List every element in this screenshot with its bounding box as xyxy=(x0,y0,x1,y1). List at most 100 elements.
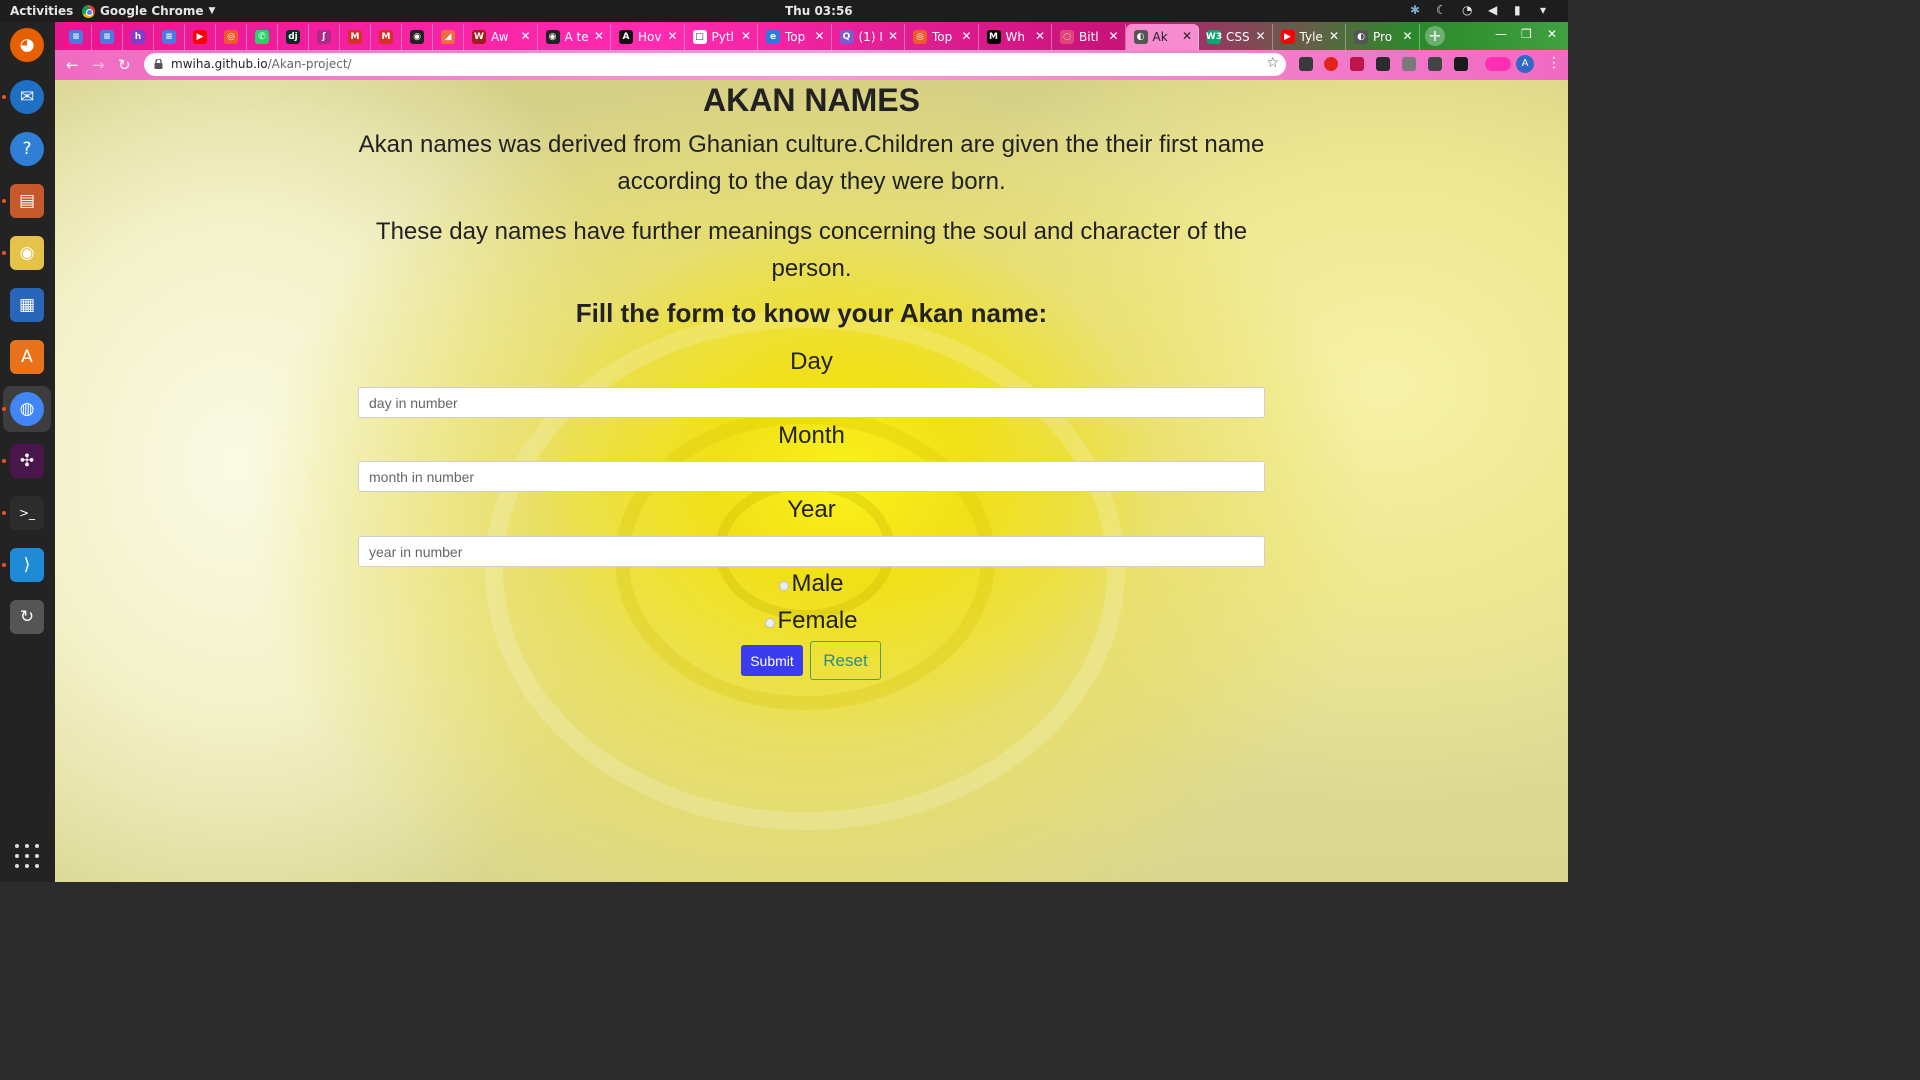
browser-tab[interactable]: ≡ xyxy=(92,24,123,50)
extension-theme-icon[interactable] xyxy=(1485,57,1511,71)
tab-title: Top xyxy=(932,30,953,44)
tab-close-icon[interactable]: ✕ xyxy=(1255,29,1265,43)
browser-tab[interactable]: ≡ xyxy=(154,24,185,50)
tab-favicon-icon: dj xyxy=(286,30,300,44)
restore-icon[interactable]: ❐ xyxy=(1521,27,1532,41)
tab-favicon-icon: ▶ xyxy=(1280,30,1295,44)
dock-software-icon[interactable]: A xyxy=(8,338,46,376)
tab-close-icon[interactable]: ✕ xyxy=(1182,29,1192,43)
app-menu[interactable]: Google Chrome ▼ xyxy=(82,4,215,18)
tab-close-icon[interactable]: ✕ xyxy=(888,29,898,43)
dock-help-icon[interactable]: ? xyxy=(8,130,46,168)
browser-tab[interactable]: ◎ xyxy=(216,24,247,50)
tab-close-icon[interactable]: ✕ xyxy=(520,29,530,43)
lock-icon xyxy=(154,59,163,69)
tab-close-icon[interactable]: ✕ xyxy=(961,29,971,43)
dock-vscode-icon[interactable]: ⟩ xyxy=(8,546,46,584)
gender-male-option[interactable]: Male xyxy=(55,570,1568,598)
address-bar[interactable]: mwiha.github.io/Akan-project/ ☆ xyxy=(144,53,1286,76)
gender-female-option[interactable]: Female xyxy=(55,607,1568,635)
tab-close-icon[interactable]: ✕ xyxy=(1329,29,1339,43)
dock-updater-icon[interactable]: ↻ xyxy=(8,598,46,636)
page-title: AKAN NAMES xyxy=(703,82,920,118)
browser-tab[interactable]: ◉ xyxy=(402,24,433,50)
submit-button[interactable]: Submit xyxy=(741,645,803,676)
bookmark-star-icon[interactable]: ☆ xyxy=(1266,55,1279,71)
browser-tab[interactable]: W Aw ✕ xyxy=(464,24,538,50)
browser-tab[interactable]: ◌ Bitl ✕ xyxy=(1052,24,1126,50)
year-input[interactable] xyxy=(358,536,1265,567)
extension-cube-icon[interactable] xyxy=(1428,57,1442,71)
profile-avatar[interactable]: A xyxy=(1516,55,1534,73)
running-indicator xyxy=(2,95,6,99)
tab-favicon-icon: ◉ xyxy=(410,30,424,44)
menu-kebab-icon[interactable]: ⋮ xyxy=(1547,55,1561,71)
reset-button[interactable]: Reset xyxy=(810,641,881,680)
month-input[interactable] xyxy=(358,461,1265,492)
dock-chrome-icon[interactable]: ◍ xyxy=(3,386,51,432)
browser-tab[interactable]: Q (1) I ✕ xyxy=(832,24,905,50)
activities-button[interactable]: Activities xyxy=(10,4,73,18)
new-tab-button[interactable]: + xyxy=(1425,26,1445,46)
back-icon[interactable]: ← xyxy=(66,56,79,74)
browser-tab[interactable]: ◎ Top ✕ xyxy=(905,24,979,50)
browser-tab[interactable]: W3 CSS ✕ xyxy=(1199,24,1273,50)
browser-tab[interactable]: ◐ Pro ✕ xyxy=(1346,24,1420,50)
power-menu-icon[interactable]: ▾ xyxy=(1540,3,1554,17)
battery-icon[interactable]: ▮ xyxy=(1514,3,1528,17)
close-window-icon[interactable]: ✕ xyxy=(1547,27,1557,41)
reload-icon[interactable]: ↻ xyxy=(118,56,131,74)
forward-icon[interactable]: → xyxy=(92,56,105,74)
extension-lastpass-icon[interactable] xyxy=(1350,57,1364,71)
wifi-icon[interactable]: ◔ xyxy=(1462,3,1476,17)
browser-tab[interactable]: ◉ A te ✕ xyxy=(538,24,611,50)
dock-firefox-icon[interactable]: ◕ xyxy=(8,26,46,64)
show-applications-icon[interactable] xyxy=(15,844,39,868)
browser-tab[interactable]: h xyxy=(123,24,154,50)
tab-close-icon[interactable]: ✕ xyxy=(814,29,824,43)
dock-thunderbird-icon[interactable]: ✉ xyxy=(8,78,46,116)
tab-close-icon[interactable]: ✕ xyxy=(1035,29,1045,43)
system-tray[interactable]: ✱ ☾ ◔ ◀ ▮ ▾ xyxy=(1410,3,1554,17)
browser-tab[interactable]: M xyxy=(371,24,402,50)
browser-tab[interactable]: ◢ xyxy=(433,24,464,50)
browser-tab[interactable]: ʃ xyxy=(309,24,340,50)
tab-close-icon[interactable]: ✕ xyxy=(1108,29,1118,43)
browser-tab[interactable]: ≡ xyxy=(61,24,92,50)
browser-tab[interactable]: dj xyxy=(278,24,309,50)
browser-tab[interactable]: ✆ xyxy=(247,24,278,50)
female-radio[interactable] xyxy=(765,618,776,628)
tab-close-icon[interactable]: ✕ xyxy=(741,29,751,43)
browser-tab[interactable]: e Top ✕ xyxy=(758,24,832,50)
extension-shield-icon[interactable] xyxy=(1376,57,1390,71)
dock-files-icon[interactable]: ▤ xyxy=(8,182,46,220)
extension-pin-icon[interactable] xyxy=(1299,57,1313,71)
extension-badge-icon[interactable] xyxy=(1402,57,1416,71)
volume-icon[interactable]: ◀ xyxy=(1488,3,1502,17)
browser-tab[interactable]: ▶ xyxy=(185,24,216,50)
browser-tab[interactable]: M xyxy=(340,24,371,50)
browser-tab[interactable]: □ Pytl ✕ xyxy=(685,24,758,50)
tab-close-icon[interactable]: ✕ xyxy=(594,29,604,43)
female-label: Female xyxy=(777,607,858,634)
tab-close-icon[interactable]: ✕ xyxy=(667,29,677,43)
clock[interactable]: Thu 03:56 xyxy=(785,4,853,18)
dock-writer-icon[interactable]: ▦ xyxy=(8,286,46,324)
extension-adblock-icon[interactable] xyxy=(1324,57,1338,71)
browser-tab[interactable]: ◐ Ak ✕ xyxy=(1125,24,1199,50)
tab-favicon-icon: ≡ xyxy=(100,30,114,44)
extension-counter-icon[interactable] xyxy=(1454,57,1468,71)
tab-close-icon[interactable]: ✕ xyxy=(1402,29,1412,43)
day-input[interactable] xyxy=(358,387,1265,418)
browser-tab[interactable]: A Hov ✕ xyxy=(611,24,685,50)
minimize-icon[interactable]: — xyxy=(1495,27,1507,41)
dock-slack-icon[interactable]: ✣ xyxy=(8,442,46,480)
dock-rhythmbox-icon[interactable]: ◉ xyxy=(8,234,46,272)
network-activity-icon[interactable]: ✱ xyxy=(1410,3,1424,17)
form-heading: Fill the form to know your Akan name: xyxy=(575,298,1048,328)
male-radio[interactable] xyxy=(779,581,790,591)
browser-tab[interactable]: M Wh ✕ xyxy=(979,24,1052,50)
browser-tab[interactable]: ▶ Tyle ✕ xyxy=(1273,24,1346,50)
night-light-icon[interactable]: ☾ xyxy=(1436,3,1450,17)
dock-terminal-icon[interactable]: >_ xyxy=(8,494,46,532)
